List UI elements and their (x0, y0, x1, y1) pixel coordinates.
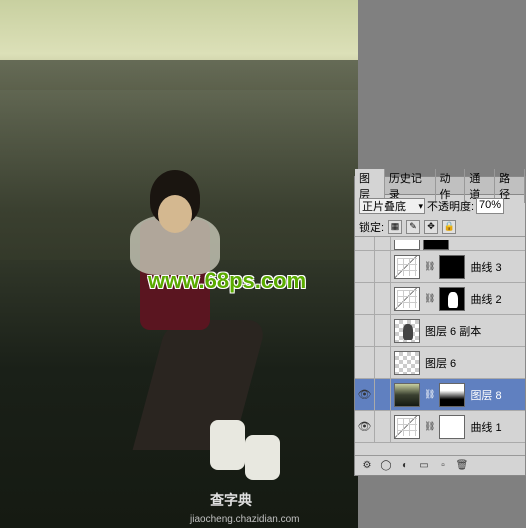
fx-icon[interactable]: ⚙ (359, 459, 375, 473)
watermark-url: www.68ps.com (148, 268, 306, 294)
panel-tab-bar: 图层 历史记录 动作 通道 路径 (355, 177, 525, 195)
blend-mode-select[interactable]: 正片叠底 (359, 198, 425, 214)
blend-opacity-row: 正片叠底 不透明度: 70% (355, 195, 525, 217)
panel-bottom-toolbar: ⚙ ◯ ◐ ▭ ▫ 🗑 (355, 455, 525, 475)
mask-link-icon[interactable]: ⛓ (424, 421, 435, 432)
layer-name-label: 曲线 2 (468, 291, 501, 307)
layer-thumb (394, 319, 420, 343)
link-col[interactable] (375, 315, 391, 346)
mask-thumb (439, 415, 465, 439)
link-col[interactable] (375, 411, 391, 442)
layer-row-curves2[interactable]: ⛓ 曲线 2 (355, 283, 525, 315)
mask-link-icon[interactable]: ⛓ (424, 261, 435, 272)
layer-row-layer6[interactable]: 图层 6 (355, 347, 525, 379)
visibility-toggle[interactable] (355, 315, 375, 346)
watermark-domain: jiaocheng.chazidian.com (190, 514, 300, 525)
link-col[interactable] (375, 379, 391, 410)
canvas-area: www.68ps.com 查字典 jiaocheng.chazidian.com (0, 0, 358, 528)
lock-all-icon[interactable]: 🔒 (442, 220, 456, 234)
mask-link-icon[interactable]: ⛓ (424, 389, 435, 400)
lock-position-icon[interactable]: ✥ (424, 220, 438, 234)
new-layer-icon[interactable]: ▫ (435, 459, 451, 473)
visibility-toggle[interactable]: 👁 (355, 411, 375, 442)
lock-pixels-icon[interactable]: ✎ (406, 220, 420, 234)
visibility-toggle[interactable] (355, 347, 375, 378)
trash-icon[interactable]: 🗑 (454, 459, 470, 473)
mask-link-icon[interactable]: ⛓ (424, 293, 435, 304)
opacity-label: 不透明度: (427, 198, 474, 214)
layer-row-curves3[interactable]: ⛓ 曲线 3 (355, 251, 525, 283)
visibility-toggle[interactable] (355, 283, 375, 314)
blend-mode-value: 正片叠底 (362, 198, 406, 214)
link-col[interactable] (375, 251, 391, 282)
link-col[interactable] (375, 283, 391, 314)
curves-thumb-icon (394, 415, 420, 439)
folder-icon[interactable]: ▭ (416, 459, 432, 473)
mask-thumb (439, 255, 465, 279)
adjustment-icon[interactable]: ◐ (397, 459, 413, 473)
lock-transparent-icon[interactable]: ▦ (388, 220, 402, 234)
layer-row-curves1[interactable]: 👁 ⛓ 曲线 1 (355, 411, 525, 443)
layer-list: ⛓ 曲线 3 ⛓ 曲线 2 图层 6 副本 (355, 237, 525, 455)
layer-name-label: 曲线 3 (468, 259, 501, 275)
watermark-brand: 查字典 (210, 490, 252, 510)
layer-name-label: 曲线 1 (468, 419, 501, 435)
layer-thumb (394, 383, 420, 407)
layer-name-label: 图层 6 (423, 355, 456, 371)
curves-thumb-icon (394, 255, 420, 279)
layer-name-label: 图层 6 副本 (423, 323, 481, 339)
mask-thumb (439, 287, 465, 311)
layers-panel: 图层 历史记录 动作 通道 路径 正片叠底 不透明度: 70% 锁定: ▦ ✎ … (354, 176, 526, 476)
curves-thumb-icon (394, 287, 420, 311)
eye-icon: 👁 (358, 390, 372, 400)
eye-icon: 👁 (358, 422, 372, 432)
layer-thumb (394, 351, 420, 375)
lock-row: 锁定: ▦ ✎ ✥ 🔒 (355, 217, 525, 237)
lock-label: 锁定: (359, 219, 384, 235)
opacity-input[interactable]: 70% (476, 198, 504, 214)
layer-name-label: 图层 8 (468, 387, 501, 403)
layer-row-layer6-copy[interactable]: 图层 6 副本 (355, 315, 525, 347)
layer-row-layer8[interactable]: 👁 ⛓ 图层 8 (355, 379, 525, 411)
figure-silhouette (70, 170, 250, 470)
mask-thumb (439, 383, 465, 407)
link-col[interactable] (375, 347, 391, 378)
visibility-toggle[interactable] (355, 251, 375, 282)
visibility-toggle[interactable]: 👁 (355, 379, 375, 410)
pasteboard-area (358, 0, 526, 176)
layer-row-partial[interactable] (355, 237, 525, 251)
mask-icon[interactable]: ◯ (378, 459, 394, 473)
